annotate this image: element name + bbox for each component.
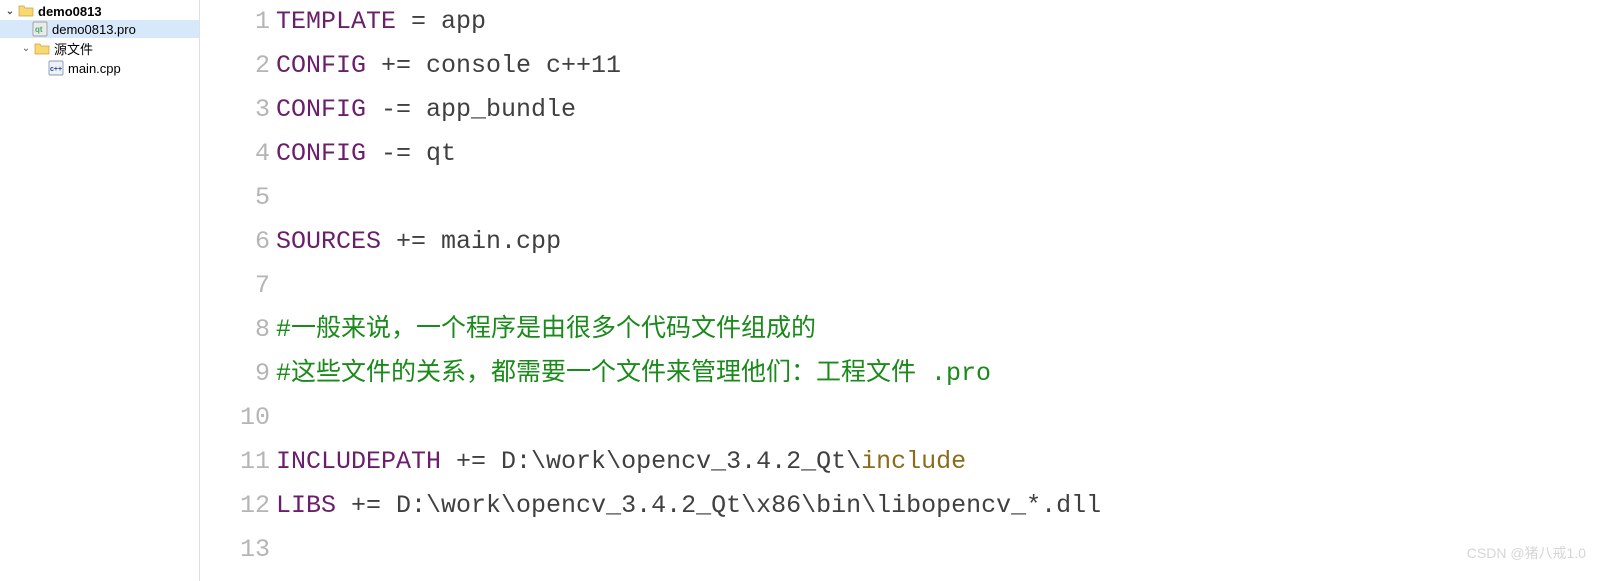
line-number: 1: [200, 0, 270, 44]
code-line[interactable]: #这些文件的关系，都需要一个文件来管理他们：工程文件 .pro: [276, 352, 1602, 396]
cpp-file-icon: c++: [48, 60, 64, 76]
line-number: 7: [200, 264, 270, 308]
code-line[interactable]: CONFIG -= qt: [276, 132, 1602, 176]
line-number: 3: [200, 88, 270, 132]
line-number: 4: [200, 132, 270, 176]
code-line[interactable]: LIBS += D:\work\opencv_3.4.2_Qt\x86\bin\…: [276, 484, 1602, 528]
line-number: 12: [200, 484, 270, 528]
code-line[interactable]: #一般来说，一个程序是由很多个代码文件组成的: [276, 308, 1602, 352]
code-line[interactable]: SOURCES += main.cpp: [276, 220, 1602, 264]
line-number: 5: [200, 176, 270, 220]
project-name: demo0813: [38, 4, 102, 19]
chevron-down-icon[interactable]: ⌄: [4, 6, 16, 17]
code-line[interactable]: [276, 176, 1602, 220]
line-number: 11: [200, 440, 270, 484]
code-line[interactable]: [276, 264, 1602, 308]
tree-root-project[interactable]: ⌄ demo0813: [0, 2, 199, 20]
code-line[interactable]: CONFIG += console c++11: [276, 44, 1602, 88]
line-number: 9: [200, 352, 270, 396]
main-cpp-label: main.cpp: [68, 61, 121, 76]
code-content[interactable]: TEMPLATE = app CONFIG += console c++11 C…: [274, 0, 1602, 581]
project-tree[interactable]: ⌄ demo0813 qt demo0813.pro ⌄ 源文件 c++ mai…: [0, 0, 200, 581]
chevron-down-icon[interactable]: ⌄: [20, 43, 32, 54]
svg-text:c++: c++: [50, 66, 62, 73]
svg-text:qt: qt: [35, 25, 43, 34]
code-editor[interactable]: 1 2 3 4 5 6 7 8 9 10 11 12 13 TEMPLATE =…: [200, 0, 1602, 581]
code-line[interactable]: TEMPLATE = app: [276, 0, 1602, 44]
code-line[interactable]: [276, 528, 1602, 572]
code-line[interactable]: [276, 396, 1602, 440]
tree-item-sources-folder[interactable]: ⌄ 源文件: [0, 38, 199, 59]
line-number: 8: [200, 308, 270, 352]
code-line[interactable]: INCLUDEPATH += D:\work\opencv_3.4.2_Qt\i…: [276, 440, 1602, 484]
project-file-icon: qt: [32, 21, 48, 37]
watermark-text: CSDN @猪八戒1.0: [1467, 531, 1586, 575]
pro-file-label: demo0813.pro: [52, 22, 136, 37]
folder-icon: [34, 41, 50, 57]
line-number: 2: [200, 44, 270, 88]
line-number: 10: [200, 396, 270, 440]
folder-icon: [18, 3, 34, 19]
tree-item-main-cpp[interactable]: c++ main.cpp: [0, 59, 199, 77]
line-number-gutter: 1 2 3 4 5 6 7 8 9 10 11 12 13: [200, 0, 274, 581]
sources-folder-label: 源文件: [54, 39, 93, 58]
line-number: 13: [200, 528, 270, 572]
tree-item-pro-file[interactable]: qt demo0813.pro: [0, 20, 199, 38]
line-number: 6: [200, 220, 270, 264]
code-line[interactable]: CONFIG -= app_bundle: [276, 88, 1602, 132]
